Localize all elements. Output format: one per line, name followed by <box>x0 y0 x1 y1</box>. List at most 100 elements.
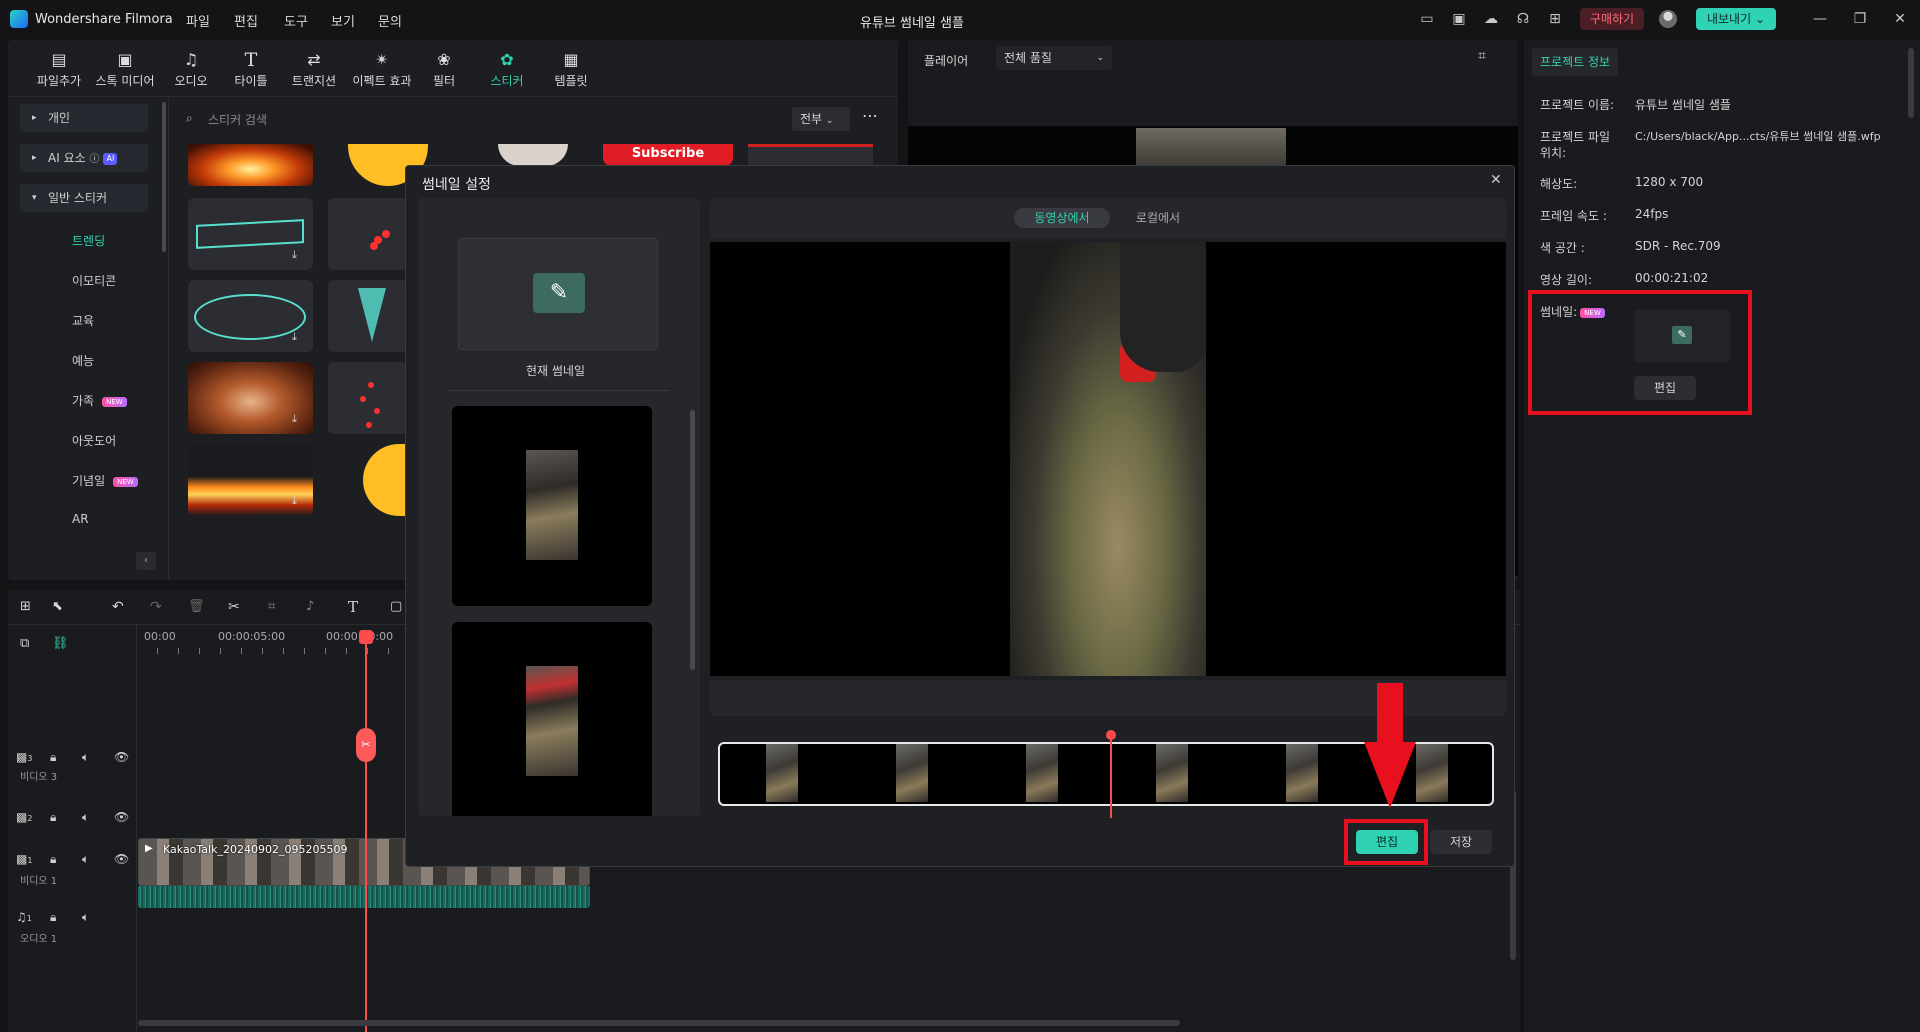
sidebar-item-anniversary[interactable]: 기념일 NEW <box>72 472 138 489</box>
sidebar-group-personal[interactable]: ▸ 개인 <box>20 104 148 132</box>
sidebar-group-general-stickers[interactable]: ▾ 일반 스티커 <box>20 184 148 212</box>
restore-icon[interactable]: ❐ <box>1852 11 1868 27</box>
download-icon[interactable]: ⤓ <box>292 494 297 508</box>
filter-dropdown[interactable]: 전부 ⌄ <box>792 107 850 131</box>
tab-from-local[interactable]: 로컬에서 <box>1118 208 1198 228</box>
save-icon[interactable]: ▣ <box>1451 11 1467 27</box>
export-button[interactable]: 내보내기 ⌄ <box>1696 8 1776 30</box>
crop-icon[interactable]: ⌗ <box>268 599 275 614</box>
menu-help[interactable]: 문의 <box>378 11 402 30</box>
audio-waveform[interactable] <box>138 886 590 908</box>
sidebar-item-education[interactable]: 교육 <box>72 312 94 329</box>
sticker-arrow[interactable] <box>328 280 408 352</box>
speaker-icon[interactable]: 🔈︎ <box>82 750 89 765</box>
sticker-red-dots[interactable] <box>328 362 408 434</box>
lock-icon[interactable]: 🔒︎ <box>50 910 56 925</box>
sticker-explosion[interactable]: ⤓ <box>188 362 313 434</box>
scissors-marker-icon[interactable]: ✂ <box>356 728 376 762</box>
sticker-cat[interactable] <box>498 144 568 166</box>
menu-file[interactable]: 파일 <box>186 11 210 30</box>
panel-scrollbar[interactable] <box>1908 48 1914 118</box>
sticker-frame-rect[interactable]: ⤓ <box>188 198 313 270</box>
sidebar-item-family[interactable]: 가족 NEW <box>72 392 127 409</box>
playhead-line[interactable] <box>365 634 367 1032</box>
lock-icon[interactable]: 🔒︎ <box>50 852 56 867</box>
add-track-icon[interactable]: ⧉ <box>20 636 29 651</box>
menu-edit[interactable]: 편집 <box>234 11 258 30</box>
search-input[interactable]: 스티커 검색 <box>208 111 267 128</box>
preview-frame <box>1136 128 1286 168</box>
tool-stock-media[interactable]: ▣ 스톡 미디어 <box>90 40 160 96</box>
undo-icon[interactable]: ↶ <box>112 599 124 615</box>
sticker-search-bar[interactable]: ⌕ 스티커 검색 전부 ⌄ ⋯ <box>178 104 888 134</box>
sidebar-group-ai[interactable]: ▸ AI 요소 ⓘ AI <box>20 144 148 172</box>
thumbnail-option-1[interactable] <box>452 406 652 606</box>
box-icon[interactable]: ▢ <box>390 599 402 614</box>
tool-import[interactable]: ▤ 파일추가 <box>24 40 94 96</box>
select-cursor-icon[interactable]: ⬉ <box>52 599 63 614</box>
sidebar-item-outdoor[interactable]: 아웃도어 <box>72 432 116 449</box>
more-options-icon[interactable]: ⋯ <box>862 106 878 125</box>
sidebar-item-entertainment[interactable]: 예능 <box>72 352 94 369</box>
redo-icon[interactable]: ↷ <box>150 599 162 615</box>
filmstrip-marker-line[interactable] <box>1110 734 1112 818</box>
sidebar-item-trending[interactable]: 트렌딩 <box>72 232 105 249</box>
eye-icon[interactable]: 👁︎ <box>114 750 129 764</box>
audio-icon[interactable]: ♪ <box>306 599 314 614</box>
playhead-handle[interactable] <box>359 630 373 644</box>
close-dialog-icon[interactable]: ✕ <box>1490 172 1502 188</box>
speaker-icon[interactable]: 🔈︎ <box>82 852 89 867</box>
tool-title[interactable]: T 타이틀 <box>216 40 286 96</box>
lock-icon[interactable]: 🔒︎ <box>50 750 56 765</box>
layout-grid-icon[interactable]: ⊞ <box>20 599 31 614</box>
eye-icon[interactable]: 👁︎ <box>114 852 129 866</box>
sticker-circle-outline[interactable]: ⤓ <box>188 280 313 352</box>
speaker-icon[interactable]: 🔈︎ <box>82 910 89 925</box>
tool-sticker[interactable]: ✿ 스티커 <box>472 40 542 96</box>
text-icon[interactable]: T <box>348 598 358 616</box>
sticker-fire-burst[interactable] <box>188 144 313 186</box>
minimize-icon[interactable]: — <box>1812 11 1828 27</box>
menu-tools[interactable]: 도구 <box>284 11 308 30</box>
eye-icon[interactable]: 👁︎ <box>114 810 129 824</box>
delete-icon[interactable]: 🗑 <box>188 599 205 614</box>
download-icon[interactable]: ⤓ <box>292 412 297 426</box>
tab-project-info[interactable]: 프로젝트 정보 <box>1532 48 1619 76</box>
layout-icon[interactable]: ▭ <box>1419 11 1435 27</box>
sidebar-item-ar[interactable]: AR <box>72 512 89 526</box>
sidebar-item-emoticon[interactable]: 이모티콘 <box>72 272 116 289</box>
tool-effects[interactable]: ✴ 이펙트 효과 <box>347 40 417 96</box>
tab-from-video[interactable]: 동영상에서 <box>1014 208 1110 228</box>
speaker-icon[interactable]: 🔈︎ <box>82 810 89 825</box>
apps-grid-icon[interactable]: ⊞ <box>1547 11 1563 27</box>
current-thumbnail-card[interactable]: ✎ <box>458 238 658 350</box>
avatar[interactable] <box>1659 10 1677 28</box>
collapse-sidebar-button[interactable]: ‹ <box>136 552 156 570</box>
sticker-subscribe[interactable]: Subscribe <box>603 144 733 166</box>
cloud-icon[interactable]: ☁ <box>1483 11 1499 27</box>
chart-icon[interactable]: ⌗ <box>1478 48 1486 64</box>
tool-template[interactable]: ▦ 템플릿 <box>536 40 606 96</box>
lock-icon[interactable]: 🔒︎ <box>50 810 56 825</box>
tool-filter[interactable]: ❀ 필터 <box>409 40 479 96</box>
tool-transition[interactable]: ⇄ 트랜지션 <box>279 40 349 96</box>
quality-dropdown[interactable]: 전체 품질 ⌄ <box>996 46 1112 70</box>
save-button[interactable]: 저장 <box>1430 830 1492 854</box>
list-scrollbar[interactable] <box>690 410 695 670</box>
purchase-button[interactable]: 구매하기 <box>1580 8 1644 30</box>
menu-view[interactable]: 보기 <box>331 11 355 30</box>
split-scissors-icon[interactable]: ✂ <box>228 599 240 615</box>
headset-icon[interactable]: ☊ <box>1515 11 1531 27</box>
download-icon[interactable]: ⤓ <box>292 248 297 262</box>
download-icon[interactable]: ⤓ <box>292 330 297 344</box>
new-badge: NEW <box>113 476 138 487</box>
close-window-icon[interactable]: ✕ <box>1892 11 1908 27</box>
sticker-fire-line[interactable]: ⤓ <box>188 444 313 516</box>
horizontal-scrollbar[interactable] <box>138 1020 1180 1026</box>
sidebar-scrollbar[interactable] <box>162 102 166 252</box>
sticker-hearts[interactable] <box>328 198 408 270</box>
resolution-value: 1280 x 700 <box>1635 175 1704 189</box>
filmstrip-marker-handle[interactable] <box>1106 730 1116 740</box>
thumbnail-option-2[interactable] <box>452 622 652 816</box>
link-icon[interactable]: ⛓ <box>52 636 69 651</box>
